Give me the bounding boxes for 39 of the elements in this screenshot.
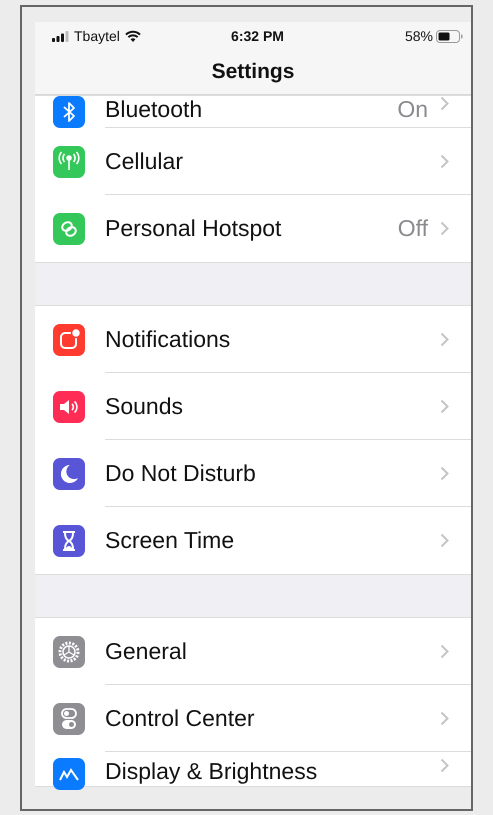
settings-row[interactable]: Cellular (35, 128, 471, 195)
settings-row[interactable]: Notifications (35, 306, 471, 373)
chevron-icon (440, 533, 449, 548)
chevron-icon (440, 466, 449, 480)
row-label: Notifications (105, 326, 232, 352)
carrier-name: Tbaytel (74, 28, 120, 44)
wifi-icon (124, 30, 141, 42)
battery-percent: 58% (404, 28, 433, 44)
chevron-icon (440, 710, 449, 726)
row-label: Control Center (105, 704, 256, 732)
row-value: On (397, 96, 428, 123)
row-label: Bluetooth (105, 96, 204, 123)
clock-time: 6:32 PM (231, 28, 284, 44)
row-label: Screen Time (105, 527, 236, 554)
page-title: Settings (35, 50, 471, 95)
settings-row[interactable]: Sounds (35, 373, 471, 440)
row-label: Display & Brightness (105, 758, 318, 785)
chevron-icon (440, 332, 449, 346)
row-label: Do Not Disturb (105, 460, 257, 486)
row-label: Sounds (105, 392, 184, 420)
chevron-icon (440, 644, 449, 658)
row-value: Off (398, 215, 428, 242)
settings-row[interactable]: Bluetooth On (35, 96, 471, 128)
settings-row[interactable]: Display & Brightness (35, 752, 471, 786)
row-label: General (105, 638, 188, 664)
chevron-icon (440, 96, 449, 111)
chevron-icon (440, 154, 449, 168)
chevron-icon (440, 221, 449, 236)
settings-row[interactable]: Control Center (35, 685, 471, 752)
row-label: Cellular (105, 148, 184, 174)
row-label: Personal Hotspot (105, 215, 282, 242)
battery-icon (436, 30, 463, 42)
chevron-icon (440, 398, 449, 414)
settings-row[interactable]: Personal Hotspot Off (35, 195, 471, 262)
signal-icon (52, 30, 69, 42)
settings-row[interactable]: General (35, 618, 471, 685)
settings-row[interactable]: Screen Time (35, 507, 471, 574)
settings-row[interactable]: Do Not Disturb (35, 440, 471, 507)
chevron-icon (440, 758, 449, 773)
